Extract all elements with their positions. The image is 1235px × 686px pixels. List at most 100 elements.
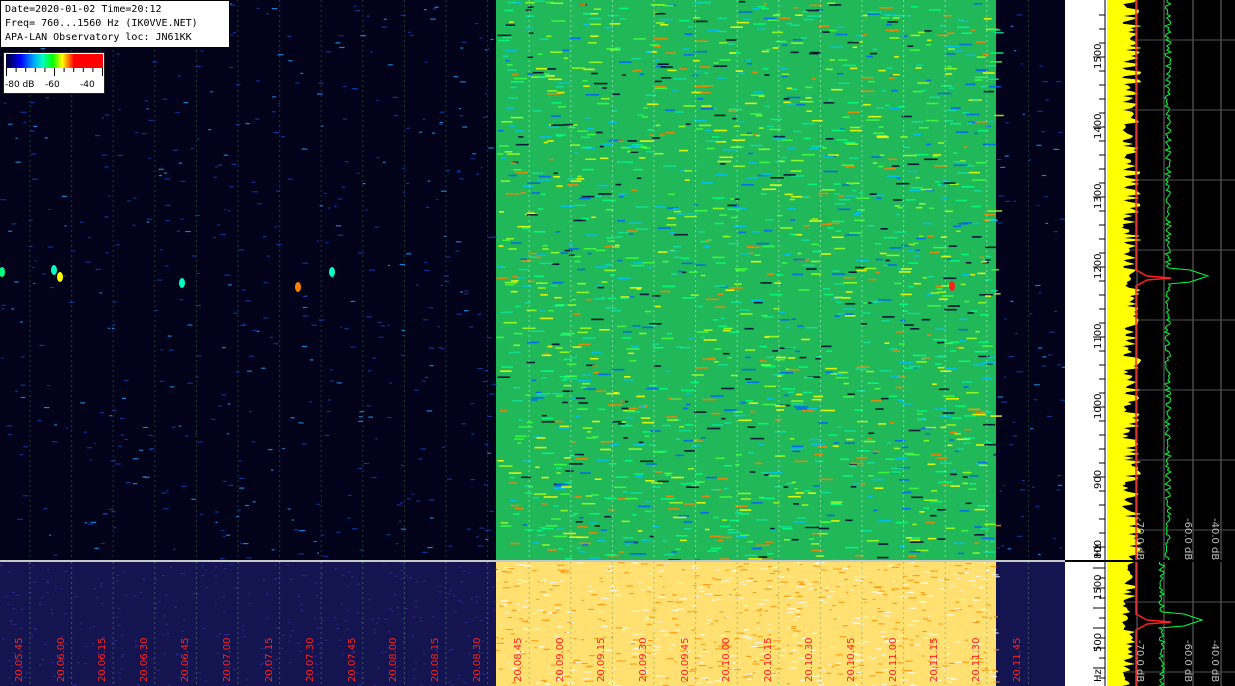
noise-speckle (642, 116, 648, 118)
bottom-dark-speckle (15, 594, 19, 596)
noise-speckle (711, 136, 720, 138)
bottom-speckle (974, 597, 980, 599)
noise-speckle (723, 352, 730, 355)
noise-speckle (509, 125, 516, 127)
bottom-speckle (757, 636, 763, 638)
noise-speckle (761, 7, 769, 10)
noise-speckle (805, 97, 812, 99)
background-speckle (422, 551, 428, 553)
background-speckle (148, 434, 153, 436)
background-speckle (327, 411, 331, 413)
bottom-speckle (822, 669, 826, 671)
noise-speckle (595, 390, 607, 393)
noise-speckle (520, 260, 532, 262)
background-speckle (403, 192, 406, 194)
bottom-dark-speckle (389, 572, 393, 574)
time-tick-label: 20.07.45 (346, 637, 358, 682)
noise-speckle (983, 18, 992, 20)
noise-speckle (774, 431, 786, 433)
meteor-echo (57, 272, 63, 282)
background-speckle (1020, 489, 1026, 491)
bottom-speckle (899, 634, 903, 636)
noise-speckle (932, 154, 941, 156)
background-speckle (422, 380, 426, 382)
bottom-speckle (858, 642, 865, 644)
noise-speckle (978, 129, 988, 132)
bottom-speckle (522, 606, 529, 608)
bottom-speckle (831, 591, 835, 593)
long-term-waterfall[interactable] (0, 562, 1065, 686)
noise-speckle (615, 476, 628, 478)
noise-speckle (990, 415, 1002, 417)
noise-speckle (593, 8, 602, 10)
background-speckle (1053, 310, 1058, 312)
background-speckle (380, 325, 385, 327)
noise-speckle (707, 550, 718, 552)
noise-speckle (772, 31, 784, 34)
noise-speckle (974, 132, 978, 135)
bottom-dark-speckle (459, 601, 463, 603)
noise-speckle (700, 274, 706, 277)
bottom-speckle (502, 587, 511, 589)
background-speckle (429, 365, 434, 367)
noise-speckle (875, 107, 885, 109)
bottom-speckle (946, 677, 953, 679)
noise-speckle (940, 182, 945, 185)
bottom-speckle (901, 669, 907, 671)
noise-speckle (955, 131, 969, 133)
waterfall-display[interactable] (0, 0, 1065, 560)
background-speckle (1057, 364, 1061, 366)
background-speckle (226, 534, 231, 536)
background-speckle (14, 281, 19, 283)
bottom-speckle (955, 641, 961, 643)
noise-speckle (817, 192, 829, 195)
bottom-speckle (705, 593, 713, 595)
background-speckle (287, 508, 291, 510)
noise-speckle (991, 269, 1000, 271)
noise-speckle (953, 152, 958, 154)
noise-speckle (937, 92, 952, 95)
bottom-speckle (835, 568, 842, 570)
noise-speckle (944, 67, 957, 70)
background-speckle (108, 508, 114, 510)
bottom-speckle (702, 584, 711, 586)
noise-speckle (587, 42, 597, 44)
bottom-speckle (813, 565, 821, 567)
bottom-dark-speckle (475, 596, 479, 598)
background-speckle (411, 493, 414, 495)
noise-speckle (833, 442, 840, 444)
noise-speckle (934, 408, 948, 410)
background-speckle (30, 130, 35, 132)
noise-speckle (953, 433, 961, 435)
noise-speckle (745, 349, 756, 351)
noise-speckle (706, 147, 715, 150)
noise-speckle (612, 420, 622, 423)
bottom-speckle (927, 615, 931, 617)
noise-speckle (572, 313, 581, 315)
noise-speckle (906, 312, 921, 315)
noise-speckle (746, 132, 752, 135)
noise-speckle (837, 371, 848, 374)
background-speckle (273, 131, 279, 134)
bottom-speckle (742, 676, 748, 678)
noise-speckle (655, 22, 665, 24)
noise-speckle (693, 59, 700, 62)
noise-speckle (693, 440, 704, 442)
noise-speckle (498, 211, 504, 213)
noise-speckle (680, 346, 691, 349)
noise-speckle (947, 258, 952, 261)
bottom-speckle (830, 647, 835, 649)
noise-speckle (578, 550, 587, 553)
noise-speckle (908, 262, 919, 264)
noise-speckle (765, 105, 771, 108)
background-speckle (1048, 354, 1053, 356)
noise-speckle (792, 273, 803, 276)
noise-speckle (965, 83, 976, 86)
bottom-speckle (994, 576, 1000, 578)
noise-speckle (598, 193, 612, 195)
noise-speckle (940, 85, 953, 87)
noise-speckle (520, 258, 527, 260)
noise-speckle (763, 474, 769, 476)
noise-speckle (977, 505, 990, 507)
bottom-dark-speckle (480, 620, 484, 622)
